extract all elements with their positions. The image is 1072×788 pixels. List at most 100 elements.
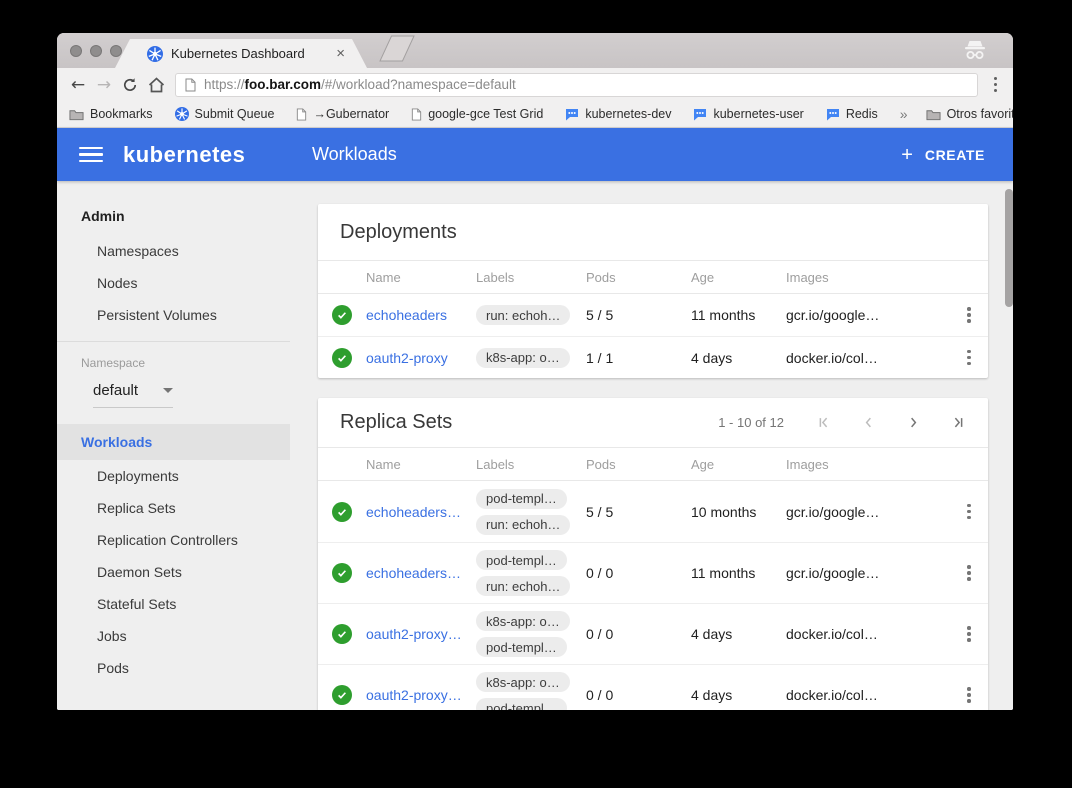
menu-hamburger-icon[interactable]	[79, 147, 103, 163]
label-chip: run: echoh…	[476, 305, 570, 325]
pods-cell: 5 / 5	[586, 307, 691, 323]
reload-button[interactable]	[117, 77, 143, 93]
resource-name-link[interactable]: echoheaders…	[366, 565, 476, 581]
sidebar-divider	[57, 341, 290, 342]
main-panel: Deployments NameLabelsPodsAgeImages echo…	[290, 181, 1013, 710]
previous-page-icon[interactable]	[861, 415, 876, 430]
sidebar-item-daemon-sets[interactable]: Daemon Sets	[57, 556, 290, 588]
age-cell: 11 months	[691, 307, 786, 323]
sidebar-item-persistent-volumes[interactable]: Persistent Volumes	[57, 299, 290, 331]
table-row: oauth2-proxyk8s-app: o…1 / 14 daysdocker…	[318, 336, 988, 378]
forward-button[interactable]: →	[91, 75, 117, 95]
sidebar-item-stateful-sets[interactable]: Stateful Sets	[57, 588, 290, 620]
row-actions-button[interactable]	[950, 307, 988, 323]
row-actions-button[interactable]	[950, 626, 988, 642]
label-chip: pod-templ…	[476, 698, 567, 710]
column-header-images: Images	[786, 270, 950, 285]
bookmark-gubernator[interactable]: →Gubernator	[296, 107, 389, 121]
last-page-icon[interactable]	[951, 415, 966, 430]
new-tab-button[interactable]	[379, 35, 415, 67]
table-row: oauth2-proxy…k8s-app: o…pod-templ…0 / 04…	[318, 664, 988, 710]
sidebar-item-replication-controllers[interactable]: Replication Controllers	[57, 524, 290, 556]
page-title: Workloads	[312, 144, 397, 165]
page-scrollbar[interactable]	[1005, 189, 1013, 307]
images-cell: gcr.io/google…	[786, 565, 950, 581]
next-page-icon[interactable]	[906, 415, 921, 430]
sidebar-item-jobs[interactable]: Jobs	[57, 620, 290, 652]
create-button[interactable]: + CREATE	[901, 145, 985, 165]
table-row: echoheadersrun: echoh…5 / 511 monthsgcr.…	[318, 294, 988, 336]
label-chip: k8s-app: o…	[476, 348, 570, 368]
column-header-age: Age	[691, 457, 786, 472]
status-ok-icon	[332, 685, 352, 705]
pods-cell: 0 / 0	[586, 626, 691, 642]
address-bar[interactable]: https://foo.bar.com/#/workload?namespace…	[175, 73, 978, 97]
page-icon	[411, 108, 422, 121]
sidebar-item-workloads[interactable]: Workloads	[57, 424, 290, 460]
status-ok-icon	[332, 502, 352, 522]
tab-strip: Kubernetes Dashboard ×	[57, 33, 1013, 68]
app-content: Admin NamespacesNodesPersistent Volumes …	[57, 181, 1013, 710]
sidebar-item-deployments[interactable]: Deployments	[57, 460, 290, 492]
bookmark-redis[interactable]: Redis	[826, 107, 878, 121]
namespace-label: Namespace	[81, 356, 290, 370]
sidebar-item-namespaces[interactable]: Namespaces	[57, 235, 290, 267]
resource-name-link[interactable]: oauth2-proxy…	[366, 687, 476, 703]
browser-tab[interactable]: Kubernetes Dashboard ×	[115, 39, 367, 68]
chat-icon	[565, 108, 579, 121]
kubernetes-favicon-icon	[147, 46, 163, 62]
pagination: 1 - 10 of 12	[718, 415, 966, 430]
plus-icon: +	[901, 145, 913, 165]
bookmark-bookmarks[interactable]: Bookmarks	[69, 107, 153, 121]
resource-name-link[interactable]: echoheaders…	[366, 504, 476, 520]
row-actions-button[interactable]	[950, 350, 988, 366]
sidebar: Admin NamespacesNodesPersistent Volumes …	[57, 181, 290, 710]
bookmark-otros-favoritos[interactable]: Otros favoritos	[926, 107, 1013, 121]
screenshot-background: Kubernetes Dashboard × ← →	[0, 0, 1072, 788]
age-cell: 11 months	[691, 565, 786, 581]
home-button[interactable]	[143, 77, 169, 93]
column-header-age: Age	[691, 270, 786, 285]
column-header-pods: Pods	[586, 270, 691, 285]
column-header-labels: Labels	[476, 457, 586, 472]
sidebar-item-nodes[interactable]: Nodes	[57, 267, 290, 299]
tab-title: Kubernetes Dashboard	[171, 46, 336, 61]
tab-close-icon[interactable]: ×	[336, 46, 345, 61]
close-window-button[interactable]	[70, 45, 82, 57]
folder-icon	[926, 108, 941, 121]
label-chip: k8s-app: o…	[476, 672, 570, 692]
first-page-icon[interactable]	[816, 415, 831, 430]
table-row: echoheaders…pod-templ…run: echoh…0 / 011…	[318, 542, 988, 603]
pods-cell: 5 / 5	[586, 504, 691, 520]
bookmarks-overflow-icon[interactable]: »	[900, 106, 908, 122]
resource-name-link[interactable]: oauth2-proxy	[366, 350, 476, 366]
bookmark-google-gce-test-grid[interactable]: google-gce Test Grid	[411, 107, 543, 121]
sidebar-item-replica-sets[interactable]: Replica Sets	[57, 492, 290, 524]
label-chip: run: echoh…	[476, 576, 570, 596]
minimize-window-button[interactable]	[90, 45, 102, 57]
sidebar-item-admin[interactable]: Admin	[57, 197, 290, 235]
replica-sets-card: Replica Sets 1 - 10 of 12	[318, 398, 988, 710]
page-icon	[185, 78, 196, 92]
column-header-images: Images	[786, 457, 950, 472]
resource-name-link[interactable]: echoheaders	[366, 307, 476, 323]
pods-cell: 1 / 1	[586, 350, 691, 366]
bookmark-kubernetes-dev[interactable]: kubernetes-dev	[565, 107, 671, 121]
zoom-window-button[interactable]	[110, 45, 122, 57]
column-header-pods: Pods	[586, 457, 691, 472]
card-title-replica-sets: Replica Sets	[340, 411, 452, 434]
incognito-icon	[963, 39, 987, 66]
bookmark-submit-queue[interactable]: Submit Queue	[175, 107, 275, 121]
column-header-name: Name	[366, 457, 476, 472]
bookmark-kubernetes-user[interactable]: kubernetes-user	[693, 107, 803, 121]
sidebar-item-pods[interactable]: Pods	[57, 652, 290, 684]
browser-menu-button[interactable]	[988, 77, 1004, 93]
row-actions-button[interactable]	[950, 504, 988, 520]
resource-name-link[interactable]: oauth2-proxy…	[366, 626, 476, 642]
row-actions-button[interactable]	[950, 565, 988, 581]
back-button[interactable]: ←	[65, 75, 91, 95]
deployments-card: Deployments NameLabelsPodsAgeImages echo…	[318, 204, 988, 378]
namespace-select[interactable]: default	[93, 382, 173, 408]
row-actions-button[interactable]	[950, 687, 988, 703]
kubernetes-logo[interactable]: kubernetes	[123, 142, 245, 168]
